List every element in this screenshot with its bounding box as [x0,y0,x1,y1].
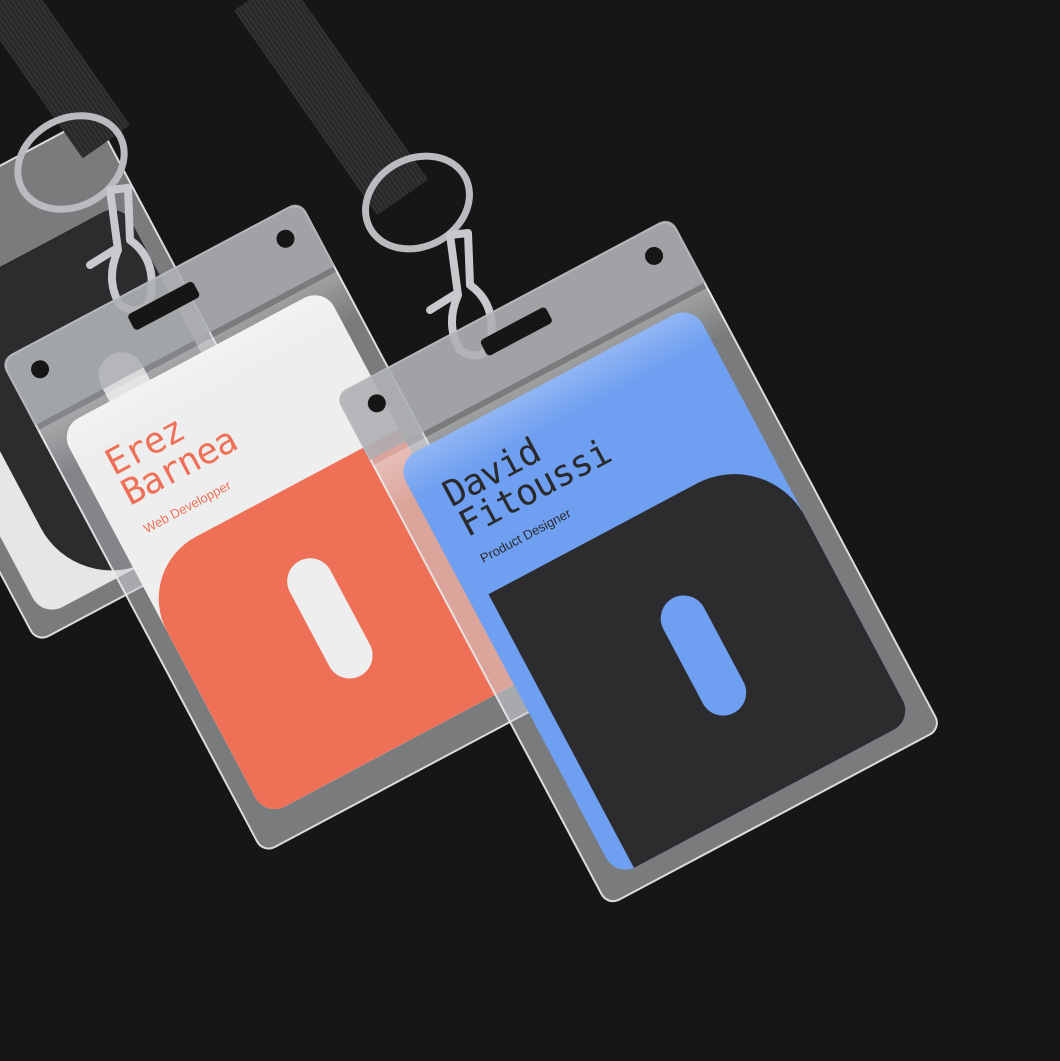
photo-scene: Erez Barnea Web Developper David Fitouss… [0,0,1060,1061]
